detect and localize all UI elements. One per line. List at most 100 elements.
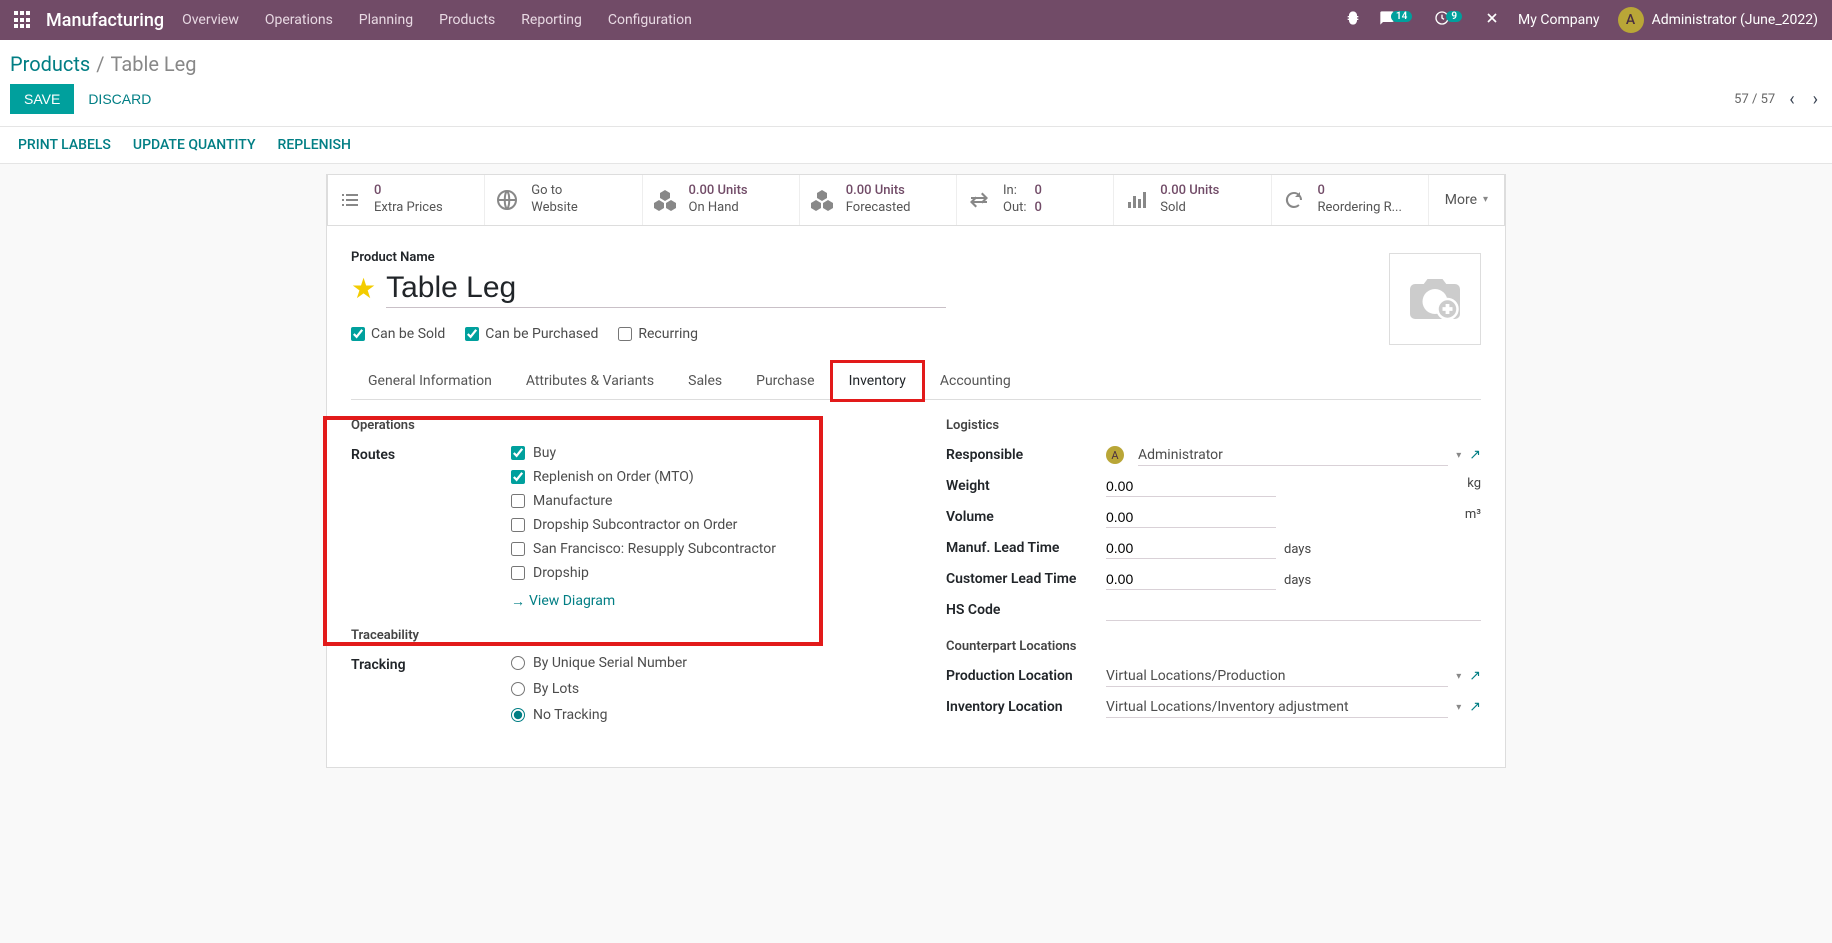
hs-code-input[interactable] (1106, 600, 1481, 621)
save-button[interactable]: SAVE (10, 84, 74, 114)
product-image-upload[interactable] (1389, 253, 1481, 345)
menu-planning[interactable]: Planning (359, 12, 413, 28)
chevron-down-icon: ▾ (1456, 702, 1461, 713)
external-link-icon[interactable]: ↗ (1469, 668, 1481, 684)
app-brand[interactable]: Manufacturing (46, 10, 164, 31)
tab-inventory[interactable]: Inventory (832, 362, 923, 400)
bug-icon[interactable] (1345, 10, 1361, 30)
breadcrumb-active: Table Leg (111, 52, 197, 76)
systray: 14 9 My Company A Administrator (June_20… (1345, 7, 1818, 33)
breadcrumb-bar: Products / Table Leg (0, 40, 1832, 76)
pager-prev-icon[interactable]: ‹ (1785, 87, 1798, 112)
menu-operations[interactable]: Operations (265, 12, 333, 28)
route-dropship-sub: Dropship Subcontractor on Order (511, 517, 886, 533)
stat-extra-prices[interactable]: 0Extra Prices (328, 175, 485, 225)
replenish-button[interactable]: REPLENISH (278, 137, 351, 153)
route-sf-resupply: San Francisco: Resupply Subcontractor (511, 541, 886, 557)
stat-label: More (1445, 192, 1477, 208)
tab-general[interactable]: General Information (351, 362, 509, 400)
manuf-lead-input[interactable] (1106, 538, 1276, 559)
menu-reporting[interactable]: Reporting (521, 12, 582, 28)
pager-text[interactable]: 57 / 57 (1734, 92, 1775, 107)
weight-input[interactable] (1106, 476, 1276, 497)
volume-input[interactable] (1106, 507, 1276, 528)
stat-label: Website (531, 200, 578, 217)
secondary-toolbar: PRINT LABELS UPDATE QUANTITY REPLENISH (0, 126, 1832, 164)
stat-button-box: 0Extra Prices Go toWebsite 0.00 UnitsOn … (327, 175, 1505, 226)
stat-value: 0.00 Units (689, 183, 748, 200)
tracking-label: Tracking (351, 655, 511, 673)
manuf-lead-label: Manuf. Lead Time (946, 538, 1106, 556)
prod-location-label: Production Location (946, 666, 1106, 684)
chevron-down-icon: ▾ (1456, 671, 1461, 682)
counterpart-title: Counterpart Locations (946, 639, 1481, 654)
stat-forecasted[interactable]: 0.00 UnitsForecasted (800, 175, 957, 225)
recurring-checkbox[interactable]: Recurring (618, 326, 698, 342)
route-label: Buy (533, 445, 556, 461)
can-be-purchased-checkbox[interactable]: Can be Purchased (465, 326, 598, 342)
tools-icon[interactable] (1484, 10, 1500, 30)
company-name[interactable]: My Company (1518, 12, 1600, 28)
hs-code-label: HS Code (946, 600, 1106, 618)
menu-products[interactable]: Products (439, 12, 495, 28)
inv-location-label: Inventory Location (946, 697, 1106, 715)
prod-location-select[interactable]: Virtual Locations/Production (1106, 666, 1448, 687)
stat-sold[interactable]: 0.00 UnitsSold (1114, 175, 1271, 225)
stat-label: Sold (1160, 200, 1219, 217)
user-menu[interactable]: A Administrator (June_2022) (1618, 7, 1818, 33)
inv-location-select[interactable]: Virtual Locations/Inventory adjustment (1106, 697, 1448, 718)
stat-on-hand[interactable]: 0.00 UnitsOn Hand (643, 175, 800, 225)
select-value: Virtual Locations/Production (1106, 668, 1285, 684)
pager-next-icon[interactable]: › (1809, 87, 1822, 112)
user-name: Administrator (June_2022) (1652, 12, 1818, 28)
breadcrumb-parent[interactable]: Products (10, 52, 90, 76)
stat-reordering[interactable]: 0Reordering R... (1272, 175, 1429, 225)
stat-label: Out: (1003, 200, 1027, 217)
activity-icon[interactable]: 9 (1434, 10, 1466, 30)
route-label: Manufacture (533, 493, 612, 509)
chat-icon[interactable]: 14 (1379, 10, 1416, 30)
responsible-label: Responsible (946, 445, 1106, 463)
routes-label: Routes (351, 445, 511, 463)
can-be-sold-checkbox[interactable]: Can be Sold (351, 326, 445, 342)
select-value: Virtual Locations/Inventory adjustment (1106, 699, 1349, 715)
form-sheet: 0Extra Prices Go toWebsite 0.00 UnitsOn … (326, 174, 1506, 768)
responsible-avatar: A (1106, 446, 1124, 464)
tab-sales[interactable]: Sales (671, 362, 739, 400)
responsible-select[interactable]: Administrator (1138, 445, 1448, 466)
stat-label: Reordering R... (1318, 200, 1402, 217)
external-link-icon[interactable]: ↗ (1469, 447, 1481, 463)
route-label: Replenish on Order (MTO) (533, 469, 694, 485)
radio-label: By Lots (533, 681, 579, 697)
chart-icon (1124, 188, 1148, 212)
menu-configuration[interactable]: Configuration (608, 12, 692, 28)
external-link-icon[interactable]: ↗ (1469, 699, 1481, 715)
product-name-input[interactable] (386, 269, 946, 308)
stat-website[interactable]: Go toWebsite (485, 175, 642, 225)
print-labels-button[interactable]: PRINT LABELS (18, 137, 111, 153)
favorite-star-icon[interactable]: ★ (351, 272, 376, 305)
checkbox-label: Recurring (638, 326, 698, 342)
stat-label: In: (1003, 183, 1027, 200)
tab-accounting[interactable]: Accounting (923, 362, 1028, 400)
cust-lead-input[interactable] (1106, 569, 1276, 590)
stat-value: 0 (1035, 200, 1042, 217)
unit-label: m³ (1465, 507, 1481, 522)
route-manufacture: Manufacture (511, 493, 886, 509)
action-bar: SAVE DISCARD 57 / 57 ‹ › (0, 76, 1832, 126)
menu-overview[interactable]: Overview (182, 12, 239, 28)
breadcrumb-sep: / (96, 52, 104, 76)
tab-attributes[interactable]: Attributes & Variants (509, 362, 671, 400)
stat-label: Forecasted (846, 200, 911, 217)
tab-purchase[interactable]: Purchase (739, 362, 831, 400)
stat-value: 0.00 Units (846, 183, 911, 200)
operations-title: Operations (351, 418, 886, 433)
stat-in-out[interactable]: In:0 Out:0 (957, 175, 1114, 225)
apps-menu-icon[interactable] (14, 11, 32, 29)
chat-badge: 14 (1391, 11, 1412, 22)
update-quantity-button[interactable]: UPDATE QUANTITY (133, 137, 256, 153)
view-diagram-link[interactable]: →View Diagram (511, 593, 615, 610)
stat-more[interactable]: More ▾ (1429, 175, 1504, 225)
discard-button[interactable]: DISCARD (74, 84, 165, 114)
route-label: San Francisco: Resupply Subcontractor (533, 541, 776, 557)
